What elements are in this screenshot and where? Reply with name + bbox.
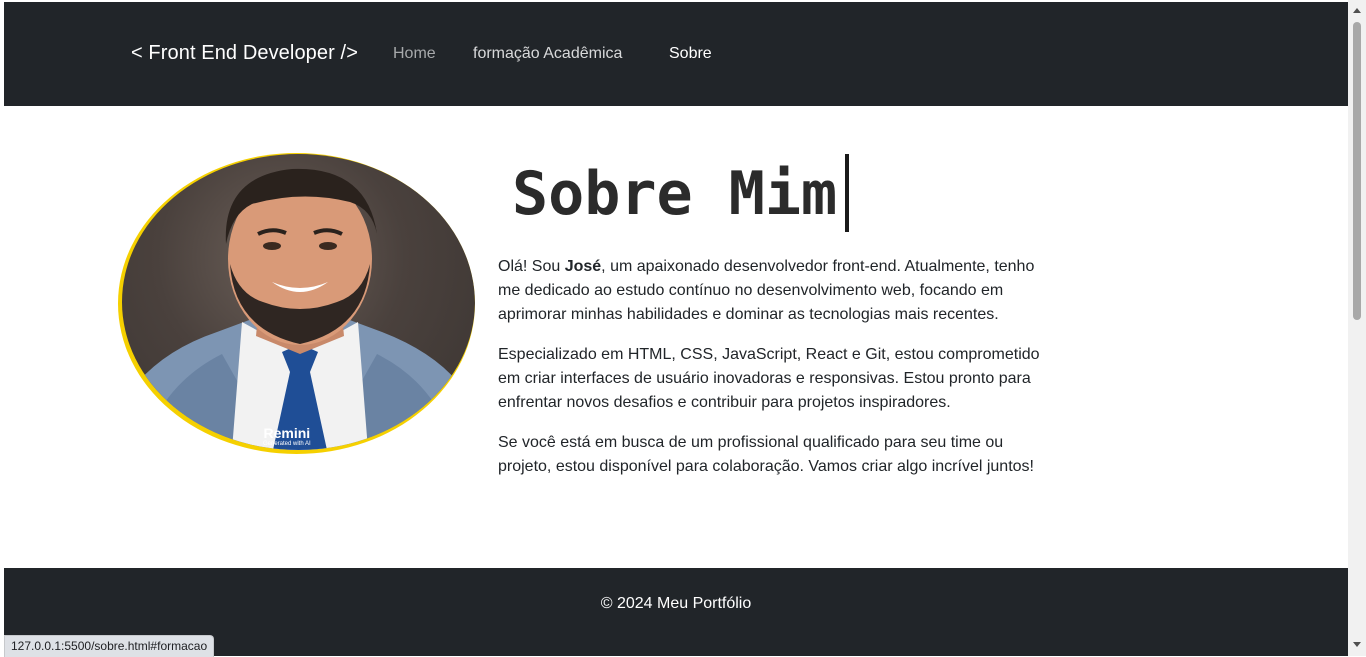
page-viewport: < Front End Developer /> Home formação A… [4, 2, 1348, 656]
footer-copyright: © 2024 Meu Portfólio [600, 595, 752, 612]
about-content: Olá! Sou José, um apaixonado desenvolved… [498, 255, 1048, 495]
page-title: Sobre Mim [512, 159, 838, 229]
photo-watermark: Remini Generated with AI [263, 425, 311, 447]
brand-logo[interactable]: < Front End Developer /> [131, 42, 358, 65]
typing-cursor [845, 154, 849, 232]
author-name: José [564, 258, 602, 275]
about-paragraph-intro: Olá! Sou José, um apaixonado desenvolved… [498, 258, 1035, 323]
about-paragraph-contact: Se você está em busca de um profissional… [498, 434, 1034, 475]
nav-link-sobre[interactable]: Sobre [669, 45, 712, 63]
status-bar-url: 127.0.0.1:5500/sobre.html#formacao [4, 635, 215, 657]
scrollbar-thumb[interactable] [1353, 22, 1361, 320]
nav-link-home[interactable]: Home [393, 45, 436, 63]
vertical-scrollbar[interactable] [1348, 0, 1366, 656]
scroll-down-arrow-icon[interactable] [1348, 636, 1366, 652]
navbar: < Front End Developer /> Home formação A… [4, 2, 1348, 106]
about-paragraph-skills: Especializado em HTML, CSS, JavaScript, … [498, 346, 1040, 411]
profile-photo: Remini Generated with AI [122, 154, 475, 450]
scroll-up-arrow-icon[interactable] [1348, 2, 1366, 18]
nav-link-formacao[interactable]: formação Acadêmica [473, 45, 622, 63]
profile-photo-frame: Remini Generated with AI [118, 153, 475, 454]
